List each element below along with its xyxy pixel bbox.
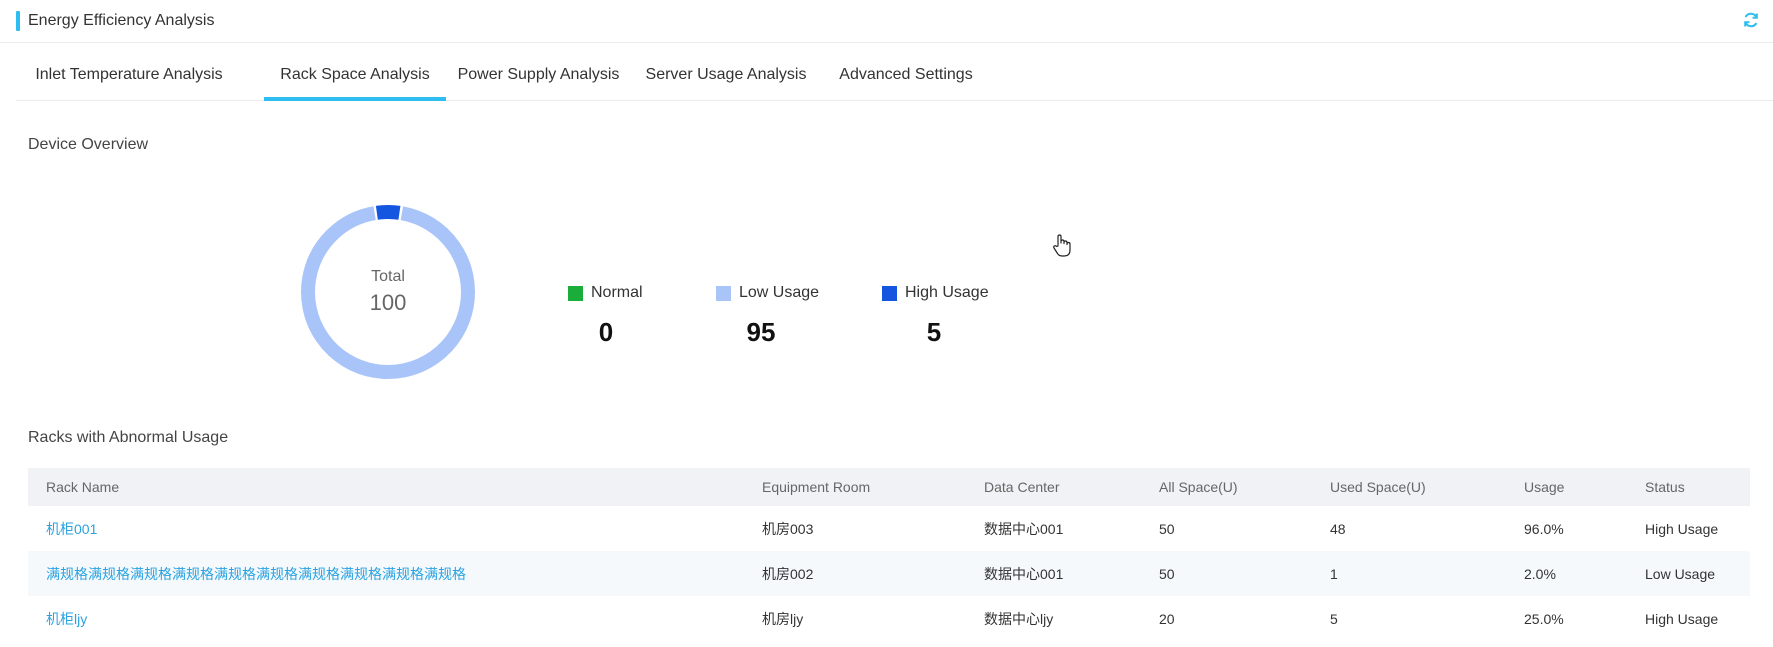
used-space-cell: 48 <box>1330 520 1346 537</box>
column-header-used-space[interactable]: Used Space(U) <box>1330 468 1426 506</box>
abnormal-racks-title: Racks with Abnormal Usage <box>28 429 229 446</box>
used-space-cell: 5 <box>1330 610 1338 627</box>
usage-cell: 25.0% <box>1524 610 1564 627</box>
table-row: 机柜ljy 机房ljy 数据中心ljy 20 5 25.0% High Usag… <box>28 596 1750 641</box>
rack-name-link[interactable]: 机柜ljy <box>46 596 87 641</box>
page-title: Energy Efficiency Analysis <box>28 12 215 29</box>
rack-name-link[interactable]: 机柜001 <box>46 506 97 551</box>
data-center-cell: 数据中心001 <box>984 520 1064 537</box>
legend-high-usage-label: High Usage <box>905 284 989 301</box>
column-header-all-space[interactable]: All Space(U) <box>1159 468 1238 506</box>
legend-low-usage-swatch <box>716 286 731 301</box>
status-cell: High Usage <box>1645 610 1719 627</box>
usage-cell: 96.0% <box>1524 520 1564 537</box>
legend-low-usage-value: 95 <box>746 317 776 347</box>
status-cell: High Usage <box>1645 520 1719 537</box>
column-header-status[interactable]: Status <box>1645 468 1685 506</box>
tab-server-usage-analysis[interactable]: Server Usage Analysis <box>631 44 821 100</box>
equipment-room-cell: 机房ljy <box>762 610 804 627</box>
tab-rack-space-analysis[interactable]: Rack Space Analysis <box>264 44 446 101</box>
abnormal-racks-table: Rack Name Equipment Room Data Center All… <box>28 468 1750 641</box>
column-header-rack-name[interactable]: Rack Name <box>46 468 119 506</box>
donut-total-value: 100 <box>369 290 407 315</box>
device-overview-title: Device Overview <box>28 136 149 153</box>
column-header-equipment-room[interactable]: Equipment Room <box>762 468 870 506</box>
equipment-room-cell: 机房003 <box>762 520 814 537</box>
column-header-data-center[interactable]: Data Center <box>984 468 1059 506</box>
used-space-cell: 1 <box>1330 565 1338 582</box>
donut-total-label: Total <box>371 268 405 285</box>
tab-power-supply-analysis[interactable]: Power Supply Analysis <box>446 44 631 100</box>
usage-cell: 2.0% <box>1524 565 1556 582</box>
all-space-cell: 50 <box>1159 565 1175 582</box>
analysis-tabs: Inlet Temperature Analysis Rack Space An… <box>16 44 1773 101</box>
data-center-cell: 数据中心001 <box>984 565 1064 582</box>
data-center-cell: 数据中心ljy <box>984 610 1054 627</box>
legend-high-usage-value: 5 <box>926 317 942 347</box>
all-space-cell: 20 <box>1159 610 1175 627</box>
refresh-icon[interactable] <box>1741 10 1761 30</box>
table-header-row: Rack Name Equipment Room Data Center All… <box>28 468 1750 506</box>
hand-pointer-icon <box>1053 234 1071 257</box>
header-accent-bar <box>16 11 20 31</box>
all-space-cell: 50 <box>1159 520 1175 537</box>
table-row: 机柜001 机房003 数据中心001 50 48 96.0% High Usa… <box>28 506 1750 551</box>
legend-low-usage-label: Low Usage <box>739 284 820 301</box>
column-header-usage[interactable]: Usage <box>1524 468 1564 506</box>
status-cell: Low Usage <box>1645 565 1716 582</box>
tab-inlet-temperature-analysis[interactable]: Inlet Temperature Analysis <box>16 44 242 100</box>
legend-normal-swatch <box>568 286 583 301</box>
table-row: 满规格满规格满规格满规格满规格满规格满规格满规格满规格满规格 机房002 数据中… <box>28 551 1750 596</box>
equipment-room-cell: 机房002 <box>762 565 814 582</box>
legend-normal-value: 0 <box>598 317 614 347</box>
tab-advanced-settings[interactable]: Advanced Settings <box>821 44 991 100</box>
page-header: Energy Efficiency Analysis <box>0 0 1773 43</box>
legend-high-usage-swatch <box>882 286 897 301</box>
legend-normal-label: Normal <box>591 284 643 301</box>
rack-name-link[interactable]: 满规格满规格满规格满规格满规格满规格满规格满规格满规格满规格 <box>46 551 466 596</box>
energy-efficiency-page: Energy Efficiency Analysis Inlet Tempera… <box>0 0 1773 647</box>
